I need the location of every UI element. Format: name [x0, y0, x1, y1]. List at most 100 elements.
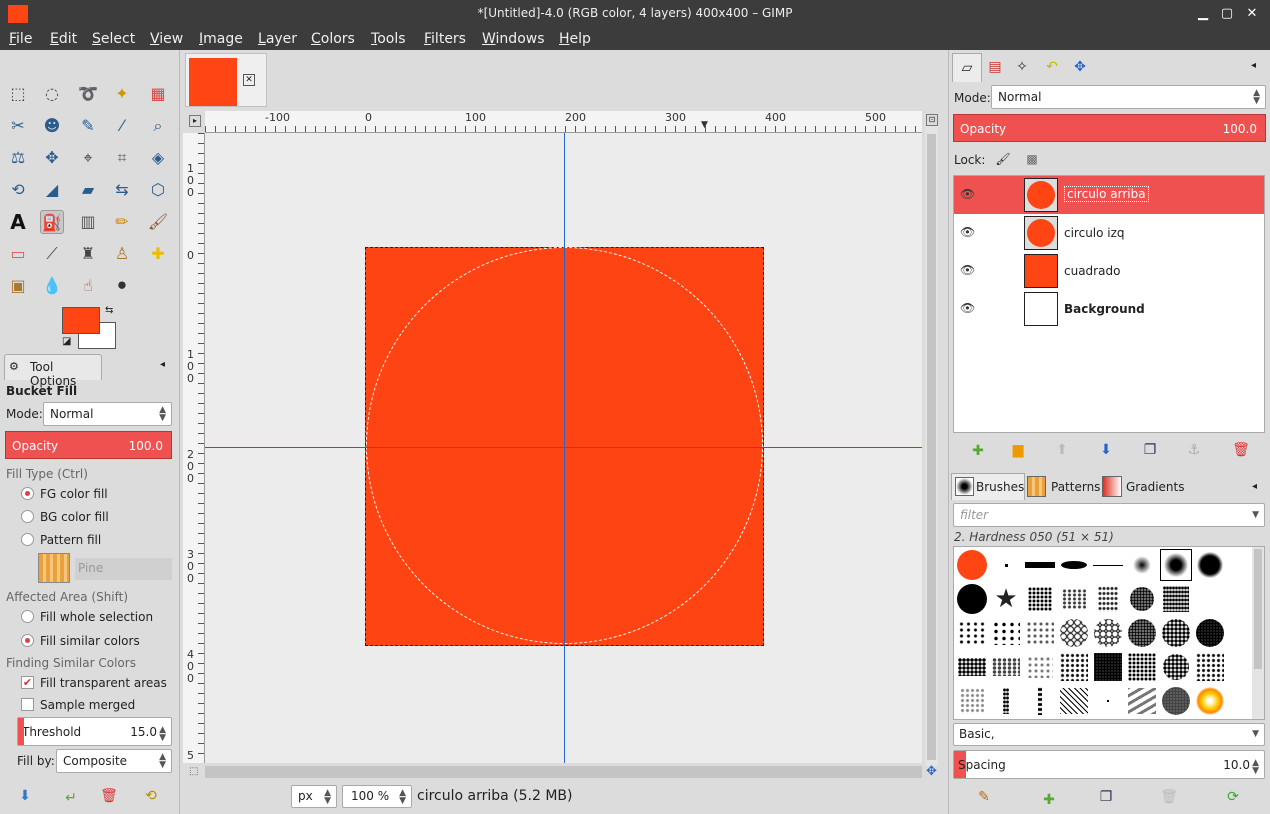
- brush-item[interactable]: [1194, 651, 1226, 683]
- tab-tool-options[interactable]: ⚙ Tool Options: [4, 354, 102, 388]
- fill-similar-colors-radio[interactable]: [21, 634, 34, 647]
- brush-preset-select[interactable]: Basic, ▼: [953, 723, 1265, 746]
- paintbrush-icon[interactable]: 🖌: [146, 210, 170, 234]
- new-brush-icon[interactable]: ✚: [1040, 791, 1058, 809]
- channels-icon[interactable]: ▤: [986, 58, 1004, 76]
- eraser-icon[interactable]: ▭: [6, 242, 30, 266]
- unit-select[interactable]: px ▲ ▼: [291, 785, 337, 808]
- menu-colors[interactable]: Colors: [311, 31, 355, 47]
- smudge-icon[interactable]: ☝: [76, 274, 100, 298]
- brush-item[interactable]: [1160, 583, 1192, 615]
- paths-icon[interactable]: ✎: [76, 114, 100, 138]
- default-colors-icon[interactable]: ◪: [62, 336, 71, 347]
- ellipse-select-icon[interactable]: ◌: [40, 82, 64, 106]
- maximize-button[interactable]: ▢: [1216, 4, 1238, 24]
- brush-item[interactable]: [1024, 685, 1056, 717]
- shear-icon[interactable]: ▰: [76, 178, 100, 202]
- flip-icon[interactable]: ⇆: [110, 178, 134, 202]
- layer-name[interactable]: Background: [1064, 302, 1145, 316]
- panel-menu-icon[interactable]: ◂: [160, 359, 165, 370]
- zoom-select[interactable]: 100 % ▲ ▼: [342, 785, 412, 808]
- foreground-color-swatch[interactable]: [62, 307, 100, 334]
- eye-icon[interactable]: 👁: [960, 301, 975, 315]
- menu-tools[interactable]: Tools: [371, 31, 406, 47]
- vertical-scroll-thumb[interactable]: [927, 134, 936, 760]
- brush-item[interactable]: [1126, 685, 1158, 717]
- spacing-slider[interactable]: Spacing 10.0 ▲ ▼: [953, 750, 1265, 779]
- new-layer-group-icon[interactable]: ▆: [1009, 441, 1027, 459]
- brush-item[interactable]: [1160, 651, 1192, 683]
- brush-item[interactable]: [1092, 583, 1124, 615]
- menu-layer[interactable]: Layer: [258, 31, 297, 47]
- pattern-fill-radio[interactable]: [21, 533, 34, 546]
- brush-scroll-thumb[interactable]: [1254, 549, 1262, 669]
- brush-item[interactable]: [956, 617, 988, 649]
- eye-icon[interactable]: 👁: [960, 263, 975, 277]
- duplicate-layer-icon[interactable]: ❐: [1141, 441, 1159, 459]
- brush-item[interactable]: [990, 617, 1022, 649]
- layer-row[interactable]: 👁 circulo arriba: [954, 176, 1264, 214]
- brushes-menu-icon[interactable]: ◂: [1252, 481, 1257, 492]
- tab-patterns[interactable]: Patterns: [1051, 480, 1100, 494]
- menu-view[interactable]: View: [150, 31, 183, 47]
- brush-item[interactable]: [1058, 685, 1090, 717]
- brush-item[interactable]: [1126, 549, 1158, 581]
- close-image-icon[interactable]: ✕: [243, 74, 255, 86]
- brush-item[interactable]: [1024, 583, 1056, 615]
- horizontal-scrollbar[interactable]: [205, 766, 922, 778]
- perspective-clone-icon[interactable]: ▣: [6, 274, 30, 298]
- brush-item-selected[interactable]: [1160, 549, 1192, 581]
- layer-name[interactable]: circulo arriba: [1064, 186, 1149, 202]
- menu-select[interactable]: Select: [92, 31, 135, 47]
- menu-edit[interactable]: Edit: [50, 31, 77, 47]
- menu-file[interactable]: File: [9, 31, 32, 47]
- new-layer-icon[interactable]: ✚: [969, 442, 987, 460]
- text-icon[interactable]: A: [6, 210, 30, 234]
- delete-layer-icon[interactable]: 🗑: [1232, 441, 1250, 459]
- undo-history-icon[interactable]: ↶: [1043, 58, 1061, 76]
- move-icon[interactable]: ✥: [40, 146, 64, 170]
- lock-pixels-icon[interactable]: 🖌: [994, 150, 1012, 168]
- brush-item[interactable]: [1160, 685, 1192, 717]
- brush-filter-input[interactable]: filter ▼: [953, 503, 1265, 527]
- brush-item[interactable]: [1126, 651, 1158, 683]
- brush-item[interactable]: [956, 685, 988, 717]
- color-picker-icon[interactable]: ⁄: [110, 114, 134, 138]
- rotate-icon[interactable]: ⟲: [6, 178, 30, 202]
- layer-opacity-slider[interactable]: Opacity 100.0: [953, 114, 1266, 142]
- navigate-icon[interactable]: ✥: [926, 764, 937, 779]
- vertical-guide[interactable]: [564, 133, 565, 763]
- free-select-icon[interactable]: ➰: [76, 82, 100, 106]
- brush-item[interactable]: [1160, 617, 1192, 649]
- brush-item[interactable]: [1024, 617, 1056, 649]
- brush-item[interactable]: [956, 651, 988, 683]
- layer-row[interactable]: 👁 circulo izq: [954, 214, 1264, 252]
- layer-mode-select[interactable]: Normal ▲ ▼: [991, 85, 1266, 109]
- blur-icon[interactable]: 💧: [40, 274, 64, 298]
- duplicate-brush-icon[interactable]: ❐: [1097, 788, 1115, 806]
- heal-icon[interactable]: ✚: [146, 242, 170, 266]
- crop-icon[interactable]: ⌗: [110, 146, 134, 170]
- patterns-tab-icon[interactable]: [1027, 476, 1046, 497]
- brush-item[interactable]: [1058, 549, 1090, 581]
- brush-scrollbar[interactable]: [1252, 547, 1264, 719]
- tab-brushes[interactable]: Brushes: [951, 473, 1025, 500]
- gradients-tab-icon[interactable]: [1102, 476, 1122, 497]
- brush-item[interactable]: [1024, 549, 1056, 581]
- fuzzy-select-icon[interactable]: ✦: [110, 82, 134, 106]
- blend-icon[interactable]: ▥: [76, 210, 100, 234]
- canvas-viewport[interactable]: [205, 133, 922, 763]
- threshold-slider[interactable]: Threshold 15.0 ▲ ▼: [17, 717, 172, 746]
- rect-select-icon[interactable]: ⬚: [6, 82, 30, 106]
- menu-image[interactable]: Image: [199, 31, 243, 47]
- brush-item[interactable]: [1194, 549, 1226, 581]
- brush-item[interactable]: [990, 651, 1022, 683]
- airbrush-icon[interactable]: ⟋: [40, 242, 64, 266]
- brush-item[interactable]: [1126, 583, 1158, 615]
- brush-item[interactable]: [1194, 685, 1226, 717]
- brush-item[interactable]: [956, 549, 988, 581]
- brush-item[interactable]: [990, 549, 1022, 581]
- layer-row[interactable]: 👁 Background: [954, 290, 1264, 328]
- menu-filters[interactable]: Filters: [424, 31, 466, 47]
- clone-icon[interactable]: ♙: [110, 242, 134, 266]
